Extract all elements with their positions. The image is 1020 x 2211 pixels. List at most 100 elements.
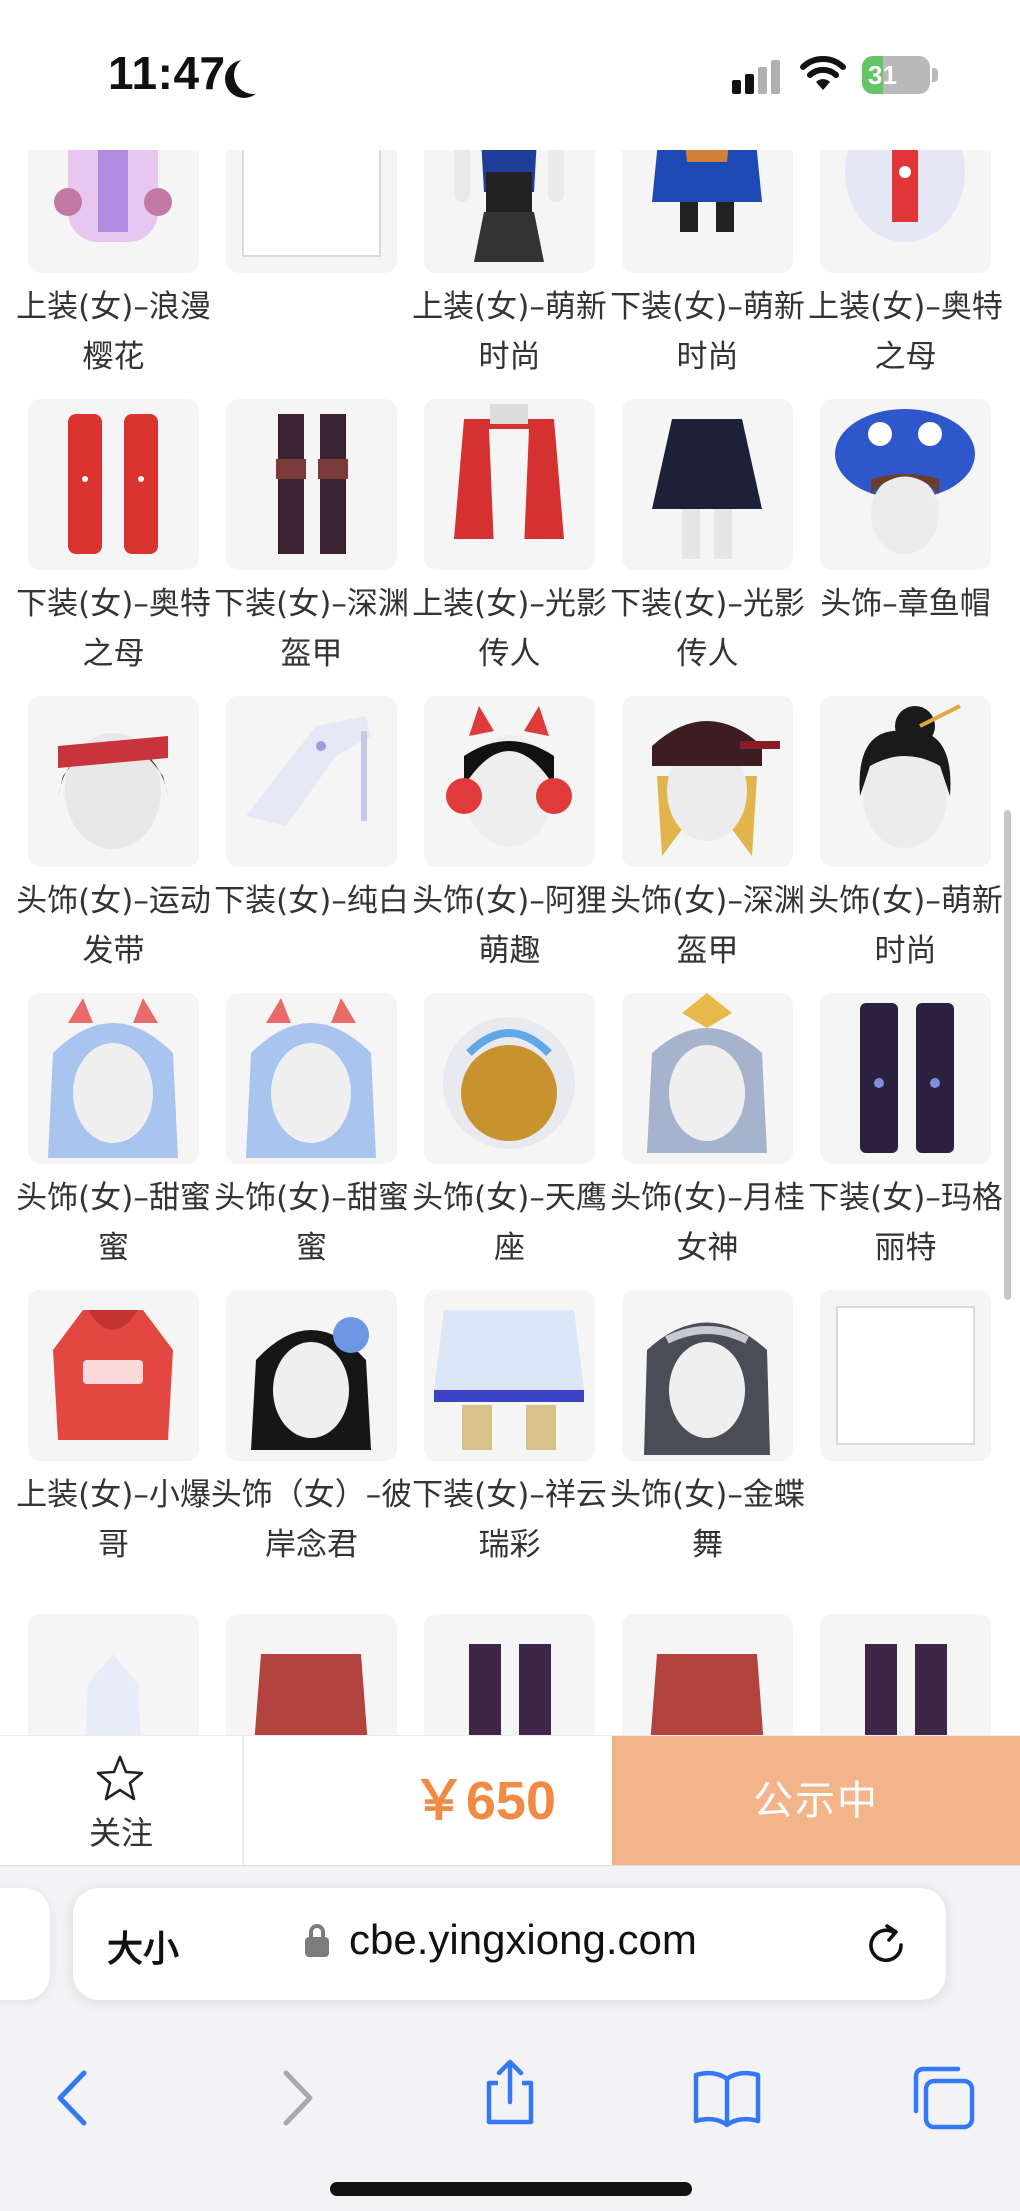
product-thumbnail[interactable] bbox=[226, 1290, 397, 1461]
battery-level: 31 bbox=[868, 60, 897, 90]
scroll-indicator[interactable] bbox=[1004, 810, 1011, 1300]
product-thumbnail[interactable] bbox=[28, 993, 199, 1164]
product-thumbnail[interactable] bbox=[424, 696, 595, 867]
blue-hair-ears-image bbox=[48, 998, 178, 1158]
gold-helmet-image bbox=[443, 1017, 575, 1149]
silver-hair-image bbox=[647, 993, 767, 1153]
product-thumbnail[interactable] bbox=[28, 696, 199, 867]
tabs-button[interactable] bbox=[908, 2063, 978, 2133]
reload-icon[interactable] bbox=[863, 1922, 909, 1968]
blue-hair-ears-image bbox=[246, 998, 376, 1158]
follow-button[interactable]: 关注 bbox=[0, 1736, 242, 1866]
blue-corset-image bbox=[454, 150, 564, 262]
product-thumbnail[interactable] bbox=[622, 150, 793, 273]
product-label: 头饰(女)–运动发带 bbox=[16, 883, 211, 969]
placeholder-image bbox=[242, 150, 381, 257]
text-size-button[interactable]: 大小 bbox=[107, 1920, 179, 1972]
product-thumbnail[interactable] bbox=[622, 1614, 793, 1735]
partial-red-image bbox=[254, 1654, 368, 1735]
product-label: 下装(女)–深渊盔甲 bbox=[214, 586, 409, 672]
signal-icon bbox=[732, 58, 784, 94]
product-label: 头饰(女)–甜蜜蜜 bbox=[16, 1180, 211, 1266]
partial-red-image bbox=[650, 1654, 764, 1735]
product-thumbnail[interactable] bbox=[226, 696, 397, 867]
browser-toolbar: 大小 cbe.yingxiong.com bbox=[0, 1865, 1020, 2211]
purple-boots-image bbox=[860, 1003, 954, 1153]
price: ￥650 bbox=[411, 1771, 556, 1831]
empty-thumbnail[interactable] bbox=[226, 150, 397, 273]
red-hoodie-image bbox=[53, 1310, 173, 1440]
product-thumbnail[interactable] bbox=[622, 1290, 793, 1461]
product-thumbnail[interactable] bbox=[820, 399, 991, 570]
chevron-right-icon bbox=[283, 2070, 313, 2126]
product-label: 头饰（女）–彼岸念君 bbox=[210, 1477, 413, 1563]
follow-label: 关注 bbox=[88, 1814, 153, 1852]
pink-dress-image bbox=[54, 150, 172, 242]
black-bun-image bbox=[859, 704, 961, 848]
bookmarks-button[interactable] bbox=[692, 2063, 762, 2133]
product-thumbnail[interactable] bbox=[820, 1614, 991, 1735]
product-label: 上装(女)–小爆哥 bbox=[16, 1477, 211, 1563]
product-thumbnail[interactable] bbox=[226, 993, 397, 1164]
dark-hair-jewel-image bbox=[644, 1322, 770, 1455]
address-bar[interactable]: 大小 cbe.yingxiong.com bbox=[73, 1888, 946, 2000]
moon-icon bbox=[234, 56, 272, 94]
product-thumbnail[interactable] bbox=[424, 1290, 595, 1461]
red-white-top-image bbox=[845, 150, 965, 242]
product-label: 头饰(女)–深渊盔甲 bbox=[610, 883, 805, 969]
blonde-hat-image bbox=[652, 721, 780, 856]
dark-boots-image bbox=[276, 414, 348, 554]
white-heel-image bbox=[246, 716, 371, 826]
product-label: 下装(女)–光影传人 bbox=[610, 586, 805, 672]
red-boots-image bbox=[68, 414, 158, 554]
status-bar: 11:47 31 bbox=[0, 0, 1020, 150]
product-thumbnail[interactable] bbox=[424, 1614, 595, 1735]
lock-icon bbox=[305, 1924, 329, 1958]
previous-tab-peek[interactable] bbox=[0, 1888, 50, 2000]
product-thumbnail[interactable] bbox=[226, 1614, 397, 1735]
url-text[interactable]: cbe.yingxiong.com bbox=[349, 1916, 697, 1964]
product-thumbnail[interactable] bbox=[226, 399, 397, 570]
forward-button[interactable] bbox=[260, 2063, 330, 2133]
product-thumbnail[interactable] bbox=[820, 150, 991, 273]
octopus-hat-image bbox=[835, 409, 975, 554]
public-notice-button[interactable]: 公示中 bbox=[612, 1736, 1020, 1866]
product-thumbnail[interactable] bbox=[28, 150, 199, 273]
product-thumbnail[interactable] bbox=[424, 150, 595, 273]
product-thumbnail[interactable] bbox=[28, 399, 199, 570]
product-label: 头饰–章鱼帽 bbox=[820, 586, 991, 622]
partial-purple-image bbox=[469, 1644, 551, 1735]
chevron-left-icon bbox=[57, 2070, 87, 2126]
product-label: 下装(女)–奥特之母 bbox=[16, 586, 211, 672]
product-thumbnail[interactable] bbox=[28, 1614, 199, 1735]
black-hair-flower-image bbox=[251, 1317, 371, 1450]
tabs-icon bbox=[913, 2066, 975, 2130]
star-icon bbox=[96, 1755, 144, 1801]
product-label: 下装(女)–祥云瑞彩 bbox=[412, 1477, 607, 1563]
back-button[interactable] bbox=[40, 2063, 110, 2133]
headband-image bbox=[58, 733, 168, 849]
product-label: 下装(女)–纯白 bbox=[214, 883, 409, 919]
product-thumbnail[interactable] bbox=[820, 696, 991, 867]
product-thumbnail[interactable] bbox=[424, 399, 595, 570]
product-thumbnail[interactable] bbox=[820, 993, 991, 1164]
red-jacket-image bbox=[454, 404, 564, 549]
action-bar: 关注 ￥650 公示中 bbox=[0, 1735, 1020, 1866]
partial-purple-image bbox=[865, 1644, 947, 1735]
blue-skirt-image bbox=[652, 150, 762, 232]
share-button[interactable] bbox=[475, 2058, 545, 2128]
product-label: 上装(女)–奥特之母 bbox=[808, 289, 1003, 375]
product-label: 下装(女)–萌新时尚 bbox=[610, 289, 805, 375]
placeholder-image bbox=[836, 1306, 975, 1445]
product-label: 头饰(女)–天鹰座 bbox=[412, 1180, 607, 1266]
product-thumbnail[interactable] bbox=[424, 993, 595, 1164]
share-icon bbox=[486, 2059, 534, 2125]
product-label: 头饰(女)–金蝶舞 bbox=[610, 1477, 805, 1563]
product-thumbnail[interactable] bbox=[622, 993, 793, 1164]
home-indicator[interactable] bbox=[330, 2182, 692, 2196]
product-thumbnail[interactable] bbox=[28, 1290, 199, 1461]
product-thumbnail[interactable] bbox=[622, 399, 793, 570]
product-thumbnail[interactable] bbox=[622, 696, 793, 867]
empty-thumbnail[interactable] bbox=[820, 1290, 991, 1461]
battery-icon: 31 bbox=[862, 56, 938, 94]
